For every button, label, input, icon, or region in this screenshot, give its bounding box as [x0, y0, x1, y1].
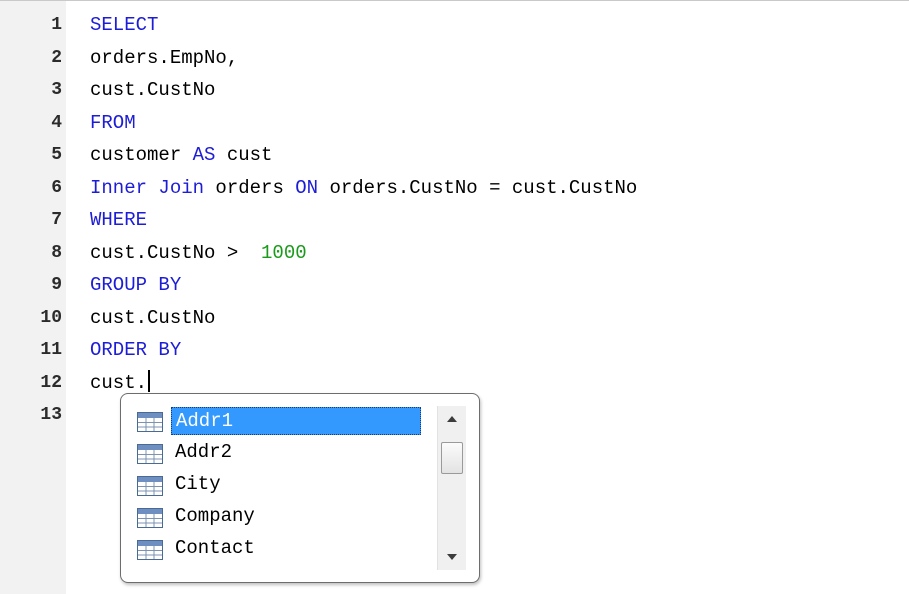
code-line[interactable]: 7 WHERE [0, 204, 909, 236]
autocomplete-list[interactable]: Addr1 Addr2 City Company Contact [133, 406, 433, 570]
code-line[interactable]: 2 orders.EmpNo, [0, 42, 909, 74]
autocomplete-item[interactable]: Contact [133, 534, 433, 564]
autocomplete-item[interactable]: Addr2 [133, 438, 433, 468]
table-column-icon [137, 540, 163, 560]
code-token: cust.CustNo [90, 79, 216, 101]
sql-keyword: ORDER BY [90, 339, 182, 361]
line-number: 1 [51, 15, 62, 35]
code-text[interactable]: WHERE [90, 204, 147, 236]
code-token: cust.CustNo [90, 306, 216, 329]
code-line[interactable]: 10 cust.CustNo [0, 302, 909, 334]
sql-keyword: AS [192, 144, 216, 166]
autocomplete-item-label: Company [175, 505, 255, 527]
code-text[interactable]: ORDER BY [90, 334, 181, 366]
code-text[interactable]: customer AS cust [90, 139, 272, 171]
autocomplete-item-label: Contact [175, 537, 255, 559]
line-number: 11 [40, 340, 62, 360]
code-line[interactable]: 3 cust.CustNo [0, 74, 909, 106]
code-line[interactable]: 1 SELECT [0, 9, 909, 41]
autocomplete-popup[interactable]: Addr1 Addr2 City Company Contact [120, 393, 480, 583]
code-token: cust [215, 144, 273, 166]
autocomplete-scrollbar[interactable] [437, 406, 466, 570]
code-line[interactable]: 11 ORDER BY [0, 334, 909, 366]
scroll-up-arrow-icon[interactable] [438, 406, 466, 432]
code-token: customer [90, 144, 193, 166]
code-text[interactable]: FROM [90, 107, 136, 139]
autocomplete-item-label: City [175, 473, 221, 495]
code-text[interactable]: cust.CustNo [90, 74, 215, 106]
line-number: 3 [51, 80, 62, 100]
autocomplete-item[interactable]: Company [133, 502, 433, 532]
line-number: 6 [51, 177, 62, 198]
table-column-icon [137, 412, 163, 432]
sql-keyword: WHERE [90, 209, 148, 231]
line-number: 12 [40, 372, 62, 393]
autocomplete-item-label: Addr2 [175, 441, 233, 463]
sql-keyword: FROM [90, 111, 136, 134]
scrollbar-thumb[interactable] [441, 442, 463, 474]
code-token: orders.EmpNo, [90, 46, 239, 69]
line-number: 9 [51, 275, 62, 295]
autocomplete-item-label: Addr1 [171, 407, 421, 435]
numeric-literal: 1000 [261, 241, 307, 264]
code-token: orders [204, 176, 296, 199]
autocomplete-item[interactable]: City [133, 470, 433, 500]
code-token: cust. [90, 371, 148, 394]
scroll-down-arrow-icon[interactable] [438, 544, 466, 570]
code-line[interactable]: 6 Inner Join orders ON orders.CustNo = cu… [0, 172, 909, 204]
line-number: 7 [51, 210, 62, 230]
code-token: cust.CustNo > [90, 241, 262, 264]
code-text[interactable]: orders.EmpNo, [90, 42, 238, 74]
line-number: 4 [51, 112, 62, 133]
sql-keyword: Inner Join [90, 176, 205, 199]
code-line[interactable]: 8 cust.CustNo > 1000 [0, 237, 909, 269]
autocomplete-item[interactable]: Addr1 [133, 406, 433, 436]
sql-keyword: SELECT [90, 14, 159, 36]
code-token: orders.CustNo = cust.CustNo [318, 176, 638, 199]
line-number: 8 [51, 242, 62, 263]
code-text[interactable]: Inner Join orders ON orders.CustNo = cus… [90, 172, 637, 204]
code-line[interactable]: 5 customer AS cust [0, 139, 909, 171]
sql-keyword: ON [295, 176, 319, 199]
table-column-icon [137, 476, 163, 496]
code-text[interactable]: GROUP BY [90, 269, 181, 301]
line-number: 2 [51, 47, 62, 68]
code-text[interactable]: cust.CustNo > 1000 [90, 237, 307, 269]
code-line[interactable]: 4 FROM [0, 107, 909, 139]
line-number: 13 [40, 405, 62, 425]
table-column-icon [137, 444, 163, 464]
code-text[interactable]: SELECT [90, 9, 158, 41]
line-number: 10 [40, 307, 62, 328]
line-number: 5 [51, 145, 62, 165]
sql-keyword: GROUP BY [90, 274, 182, 296]
code-line[interactable]: 9 GROUP BY [0, 269, 909, 301]
code-text[interactable]: cust.CustNo [90, 302, 215, 334]
table-column-icon [137, 508, 163, 528]
text-caret [148, 369, 151, 392]
